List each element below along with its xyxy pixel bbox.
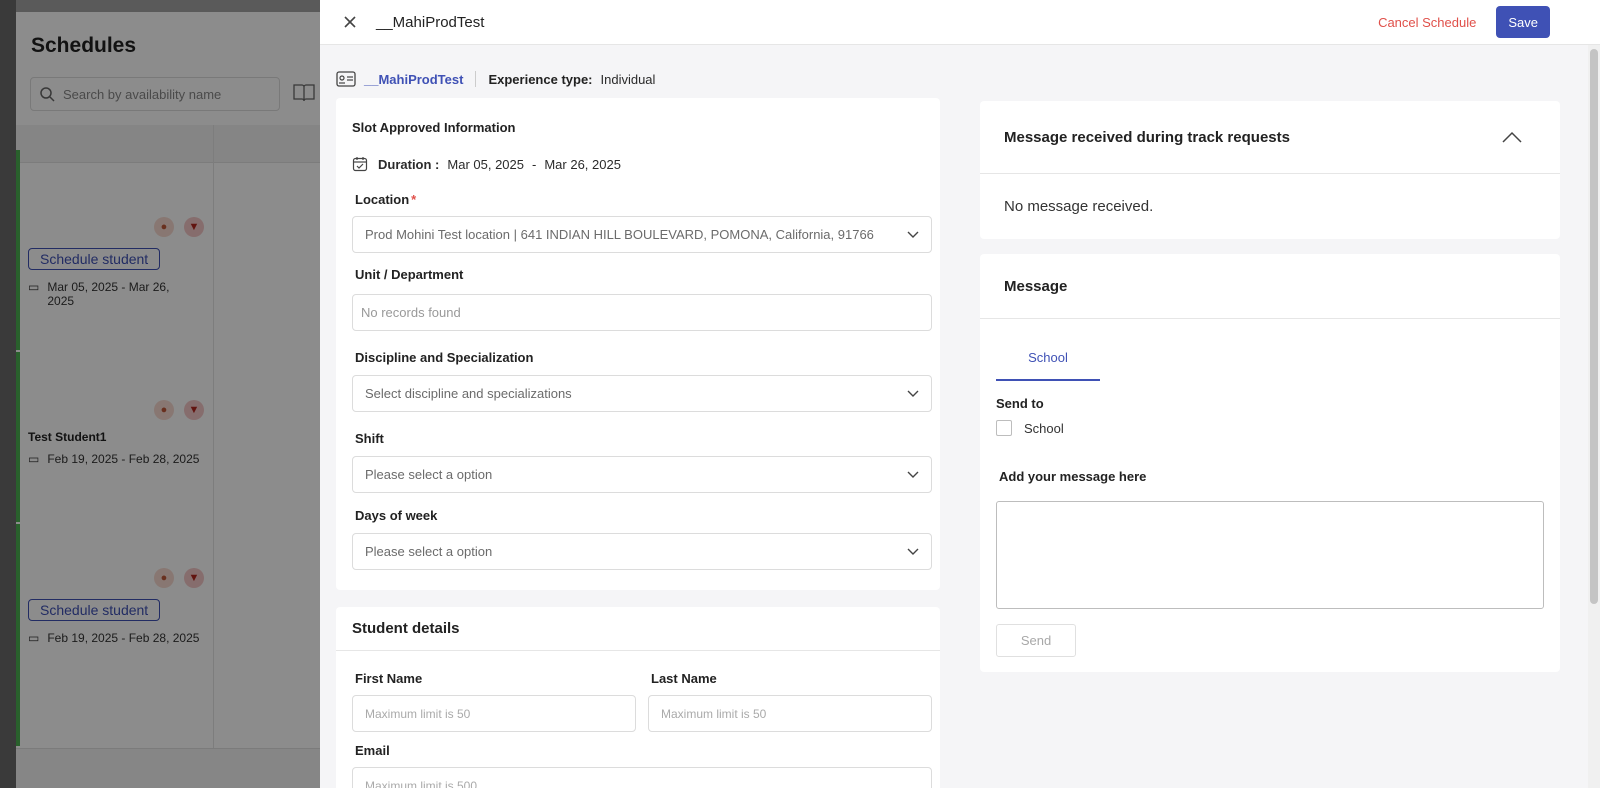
- shift-label: Shift: [355, 431, 384, 446]
- save-button[interactable]: Save: [1496, 6, 1550, 38]
- id-card-icon: [336, 71, 356, 87]
- header-actions: Cancel Schedule Save: [1378, 6, 1550, 38]
- add-message-label: Add your message here: [999, 469, 1147, 484]
- no-message-text: No message received.: [1004, 197, 1154, 215]
- app-side-strip: [0, 0, 16, 788]
- days-label: Days of week: [355, 508, 438, 523]
- chevron-down-icon: [907, 231, 919, 238]
- drawer-title: __MahiProdTest: [376, 13, 485, 31]
- schedules-page: Schedules Search by availability name ● …: [16, 12, 336, 788]
- duration-start: Mar 05, 2025: [447, 156, 524, 172]
- program-link[interactable]: __MahiProdTest: [364, 72, 463, 87]
- discipline-select[interactable]: Select discipline and specializations: [352, 375, 932, 412]
- discipline-placeholder: Select discipline and specializations: [365, 386, 572, 401]
- message-panel: Message School Send to School Add your m…: [980, 254, 1560, 672]
- messages-received-body: No message received.: [980, 174, 1560, 238]
- schedule-drawer: __MahiProdTest Cancel Schedule Save __Ma…: [320, 0, 1600, 788]
- drawer-header: __MahiProdTest Cancel Schedule Save: [320, 0, 1600, 45]
- student-details-title: Student details: [336, 607, 940, 651]
- slot-approved-panel: Slot Approved Information Duration : Mar…: [336, 98, 940, 590]
- send-button[interactable]: Send: [996, 624, 1076, 657]
- section-title: Slot Approved Information: [352, 120, 516, 135]
- email-placeholder: Maximum limit is 500: [365, 778, 478, 788]
- school-checkbox-label: School: [1024, 420, 1064, 436]
- chevron-up-icon[interactable]: [1500, 127, 1524, 147]
- calendar-check-icon: [352, 157, 368, 172]
- modal-overlay[interactable]: [16, 12, 336, 788]
- tab-school[interactable]: School: [996, 335, 1100, 381]
- unit-label: Unit / Department: [355, 267, 464, 282]
- close-icon: [344, 16, 356, 28]
- duration-row: Duration : Mar 05, 2025 - Mar 26, 2025: [352, 156, 621, 172]
- close-button[interactable]: [338, 10, 362, 34]
- scrollbar-thumb[interactable]: [1590, 49, 1598, 604]
- student-details-panel: Student details First Name Maximum limit…: [336, 607, 940, 788]
- cancel-schedule-button[interactable]: Cancel Schedule: [1378, 15, 1476, 30]
- messages-received-title: Message received during track requests: [1004, 128, 1290, 146]
- first-name-placeholder: Maximum limit is 50: [365, 706, 471, 721]
- last-name-placeholder: Maximum limit is 50: [661, 706, 767, 721]
- chevron-down-icon: [907, 390, 919, 397]
- location-select[interactable]: Prod Mohini Test location | 641 INDIAN H…: [352, 216, 932, 253]
- email-label: Email: [355, 743, 390, 758]
- first-name-label: First Name: [355, 671, 423, 686]
- chevron-down-icon: [907, 548, 919, 555]
- recipient-school[interactable]: School: [996, 420, 1064, 436]
- duration-separator: -: [532, 156, 537, 172]
- messages-received-header: Message received during track requests: [980, 101, 1560, 174]
- discipline-label: Discipline and Specialization: [355, 350, 534, 365]
- scrollbar[interactable]: [1588, 45, 1600, 788]
- location-value: Prod Mohini Test location | 641 INDIAN H…: [365, 227, 874, 242]
- experience-type-value: Individual: [600, 71, 656, 87]
- days-placeholder: Please select a option: [365, 544, 493, 559]
- unit-department-field[interactable]: No records found: [352, 294, 932, 331]
- location-label: Location *: [355, 192, 417, 207]
- message-textarea[interactable]: [996, 501, 1544, 609]
- shift-placeholder: Please select a option: [365, 467, 493, 482]
- duration-label: Duration :: [378, 156, 440, 172]
- message-title: Message: [980, 254, 1560, 319]
- divider: [475, 71, 477, 87]
- days-of-week-select[interactable]: Please select a option: [352, 533, 932, 570]
- messages-received-panel: Message received during track requests N…: [980, 101, 1560, 239]
- first-name-input[interactable]: Maximum limit is 50: [352, 695, 636, 732]
- experience-type-label: Experience type:: [488, 71, 593, 87]
- required-asterisk: *: [411, 192, 417, 207]
- school-checkbox[interactable]: [996, 420, 1012, 436]
- shift-select[interactable]: Please select a option: [352, 456, 932, 493]
- email-input[interactable]: Maximum limit is 500: [352, 767, 932, 788]
- chevron-down-icon: [907, 471, 919, 478]
- last-name-label: Last Name: [651, 671, 717, 686]
- duration-end: Mar 26, 2025: [544, 156, 621, 172]
- last-name-input[interactable]: Maximum limit is 50: [648, 695, 932, 732]
- send-to-label: Send to: [996, 396, 1044, 411]
- experience-info: __MahiProdTest Experience type: Individu…: [336, 70, 655, 88]
- unit-empty-text: No records found: [361, 305, 461, 320]
